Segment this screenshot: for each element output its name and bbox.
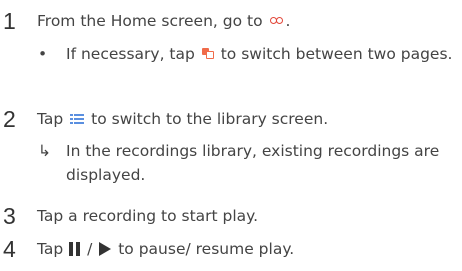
step-text-before: Tap <box>37 110 64 128</box>
bullet-marker: • <box>38 45 48 63</box>
step-text-before: From the Home screen, go to <box>37 12 263 30</box>
note-text-after: to switch between two pages. <box>220 45 453 63</box>
step-text: Tap a recording to start play. <box>37 207 259 225</box>
icon-separator: / <box>87 240 93 258</box>
play-icon <box>99 241 112 256</box>
step-text-before: Tap <box>37 240 64 258</box>
instruction-steps: 1 From the Home screen, go to . • If nec… <box>0 0 462 271</box>
step-text-after: to switch to the library screen. <box>91 110 329 128</box>
note-text: If necessary, tap to switch between two … <box>66 42 462 66</box>
step-number: 2 <box>3 106 16 132</box>
switch-pages-icon <box>201 48 214 59</box>
step-text: From the Home screen, go to . <box>37 9 462 33</box>
note-text-before: If necessary, tap <box>66 45 195 63</box>
voice-recorder-icon <box>269 16 284 25</box>
library-list-icon <box>70 113 85 124</box>
result-arrow-icon: ↳ <box>38 142 51 160</box>
pause-icon <box>69 241 81 256</box>
step-number: 3 <box>3 203 16 229</box>
step-text: Tap to switch to the library screen. <box>37 107 462 131</box>
result-text: In the recordings library, existing reco… <box>66 142 440 184</box>
step-text: Tap / to pause/ resume play. <box>37 237 462 261</box>
step-text-after: . <box>285 12 291 30</box>
step-text-after: to pause/ resume play. <box>118 240 295 258</box>
step-number: 1 <box>3 8 16 34</box>
step-number: 4 <box>3 236 16 262</box>
